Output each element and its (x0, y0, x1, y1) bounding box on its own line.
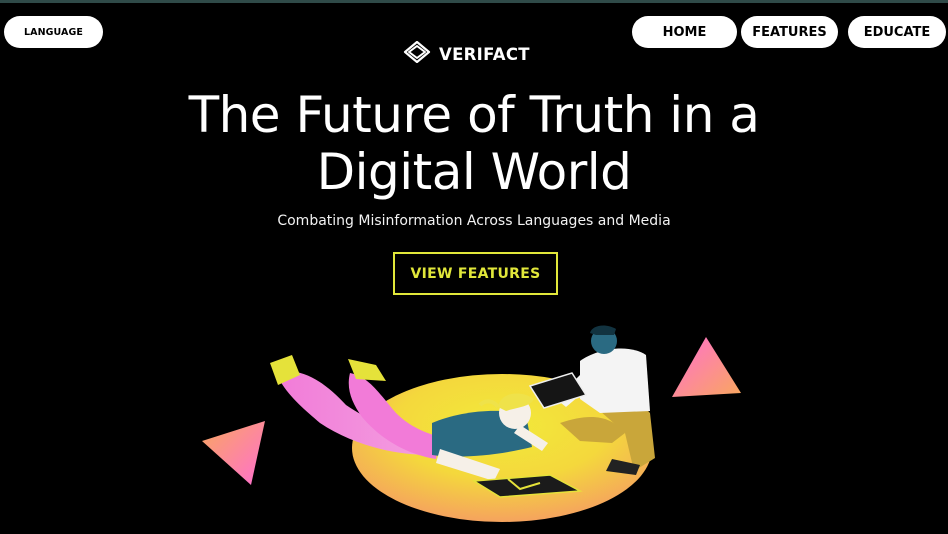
page-frame: LANGUAGE HOME FEATURES EDUCATE VERIFACT … (0, 0, 948, 534)
hero-illustration (202, 325, 741, 522)
pink-triangle-left-shape (202, 421, 265, 485)
pink-triangle-right-shape (672, 337, 741, 397)
